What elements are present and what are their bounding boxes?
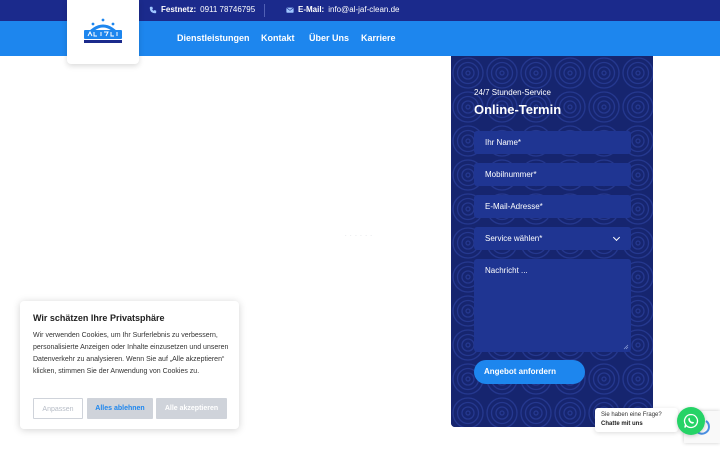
chevron-down-icon	[612, 233, 621, 242]
form-eyebrow: 24/7 Stunden-Service	[474, 88, 551, 97]
whatsapp-bubble[interactable]: Sie haben eine Frage? Chatte mit uns	[595, 408, 678, 432]
whatsapp-question: Sie haben eine Frage?	[601, 412, 662, 418]
email-placeholder: E-Mail-Adresse*	[485, 202, 543, 211]
phone-value[interactable]: 0911 78746795	[200, 5, 255, 14]
cookie-text: Wir verwenden Cookies, um Ihr Surferlebn…	[33, 332, 229, 375]
email-contact[interactable]: E-Mail: info@al-jaf-clean.de	[286, 5, 400, 14]
cookie-title: Wir schätzen Ihre Privatsphäre	[33, 313, 165, 323]
nav-item-kontakt[interactable]: Kontakt	[261, 33, 295, 43]
phone-contact[interactable]: Festnetz: 0911 78746795	[149, 5, 255, 14]
resize-handle-icon[interactable]	[623, 344, 629, 350]
content-loader: · · · · · ·	[345, 233, 373, 239]
email-icon	[286, 7, 294, 13]
cookie-reject-button[interactable]: Alles ablehnen	[87, 398, 153, 419]
name-field[interactable]: Ihr Name*	[474, 131, 631, 154]
nav-item-ueber-uns[interactable]: Über Uns	[309, 33, 349, 43]
cookie-consent-dialog: Wir schätzen Ihre Privatsphäre Wir verwe…	[20, 301, 239, 429]
form-title: Online-Termin	[474, 102, 562, 117]
whatsapp-cta: Chatte mit uns	[601, 421, 643, 427]
cookie-customize-button[interactable]: Anpassen	[33, 398, 83, 419]
service-placeholder: Service wählen*	[485, 234, 543, 243]
phone-label: Festnetz:	[161, 5, 197, 14]
email-label: E-Mail:	[298, 5, 325, 14]
nav-item-dienstleistungen[interactable]: Dienstleistungen	[177, 33, 250, 43]
email-value[interactable]: info@al-jaf-clean.de	[328, 5, 399, 14]
name-placeholder: Ihr Name*	[485, 138, 522, 147]
whatsapp-button[interactable]	[677, 407, 705, 435]
message-textarea[interactable]: Nachricht ...	[474, 259, 631, 352]
cookie-accept-button[interactable]: Alle akzeptieren	[156, 398, 227, 419]
site-logo[interactable]	[67, 0, 139, 64]
appointment-form-panel: 24/7 Stunden-Service Online-Termin Ihr N…	[451, 56, 653, 427]
phone-icon	[149, 6, 157, 13]
service-select[interactable]: Service wählen*	[474, 227, 631, 250]
mobile-field[interactable]: Mobilnummer*	[474, 163, 631, 186]
email-field[interactable]: E-Mail-Adresse*	[474, 195, 631, 218]
submit-button[interactable]: Angebot anfordern	[474, 360, 585, 384]
contact-divider	[264, 4, 265, 17]
whatsapp-icon	[683, 413, 699, 429]
message-placeholder: Nachricht ...	[485, 266, 528, 275]
mobile-placeholder: Mobilnummer*	[485, 170, 537, 179]
logo-graphic	[83, 18, 123, 43]
nav-item-karriere[interactable]: Karriere	[361, 33, 396, 43]
